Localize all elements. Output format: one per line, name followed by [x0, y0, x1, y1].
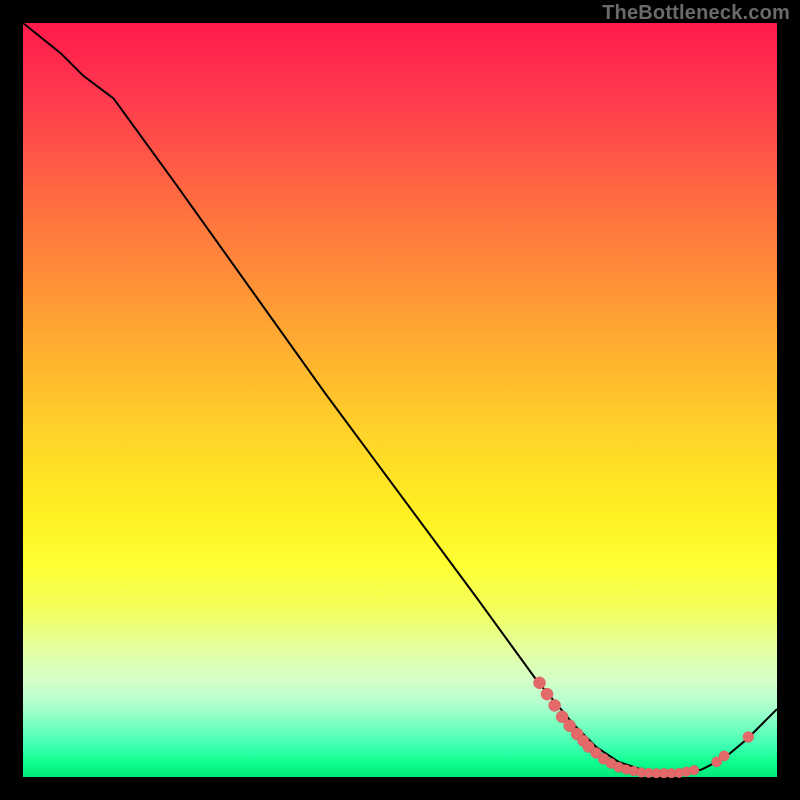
curve-markers [534, 677, 754, 778]
chart-frame: TheBottleneck.com [0, 0, 800, 800]
curve-marker [743, 732, 754, 743]
bottleneck-curve-svg [0, 0, 800, 800]
bottleneck-curve [23, 23, 777, 773]
curve-marker [719, 751, 729, 761]
curve-marker [549, 699, 561, 711]
curve-marker [689, 765, 699, 775]
curve-marker [534, 677, 546, 689]
curve-marker [541, 688, 553, 700]
